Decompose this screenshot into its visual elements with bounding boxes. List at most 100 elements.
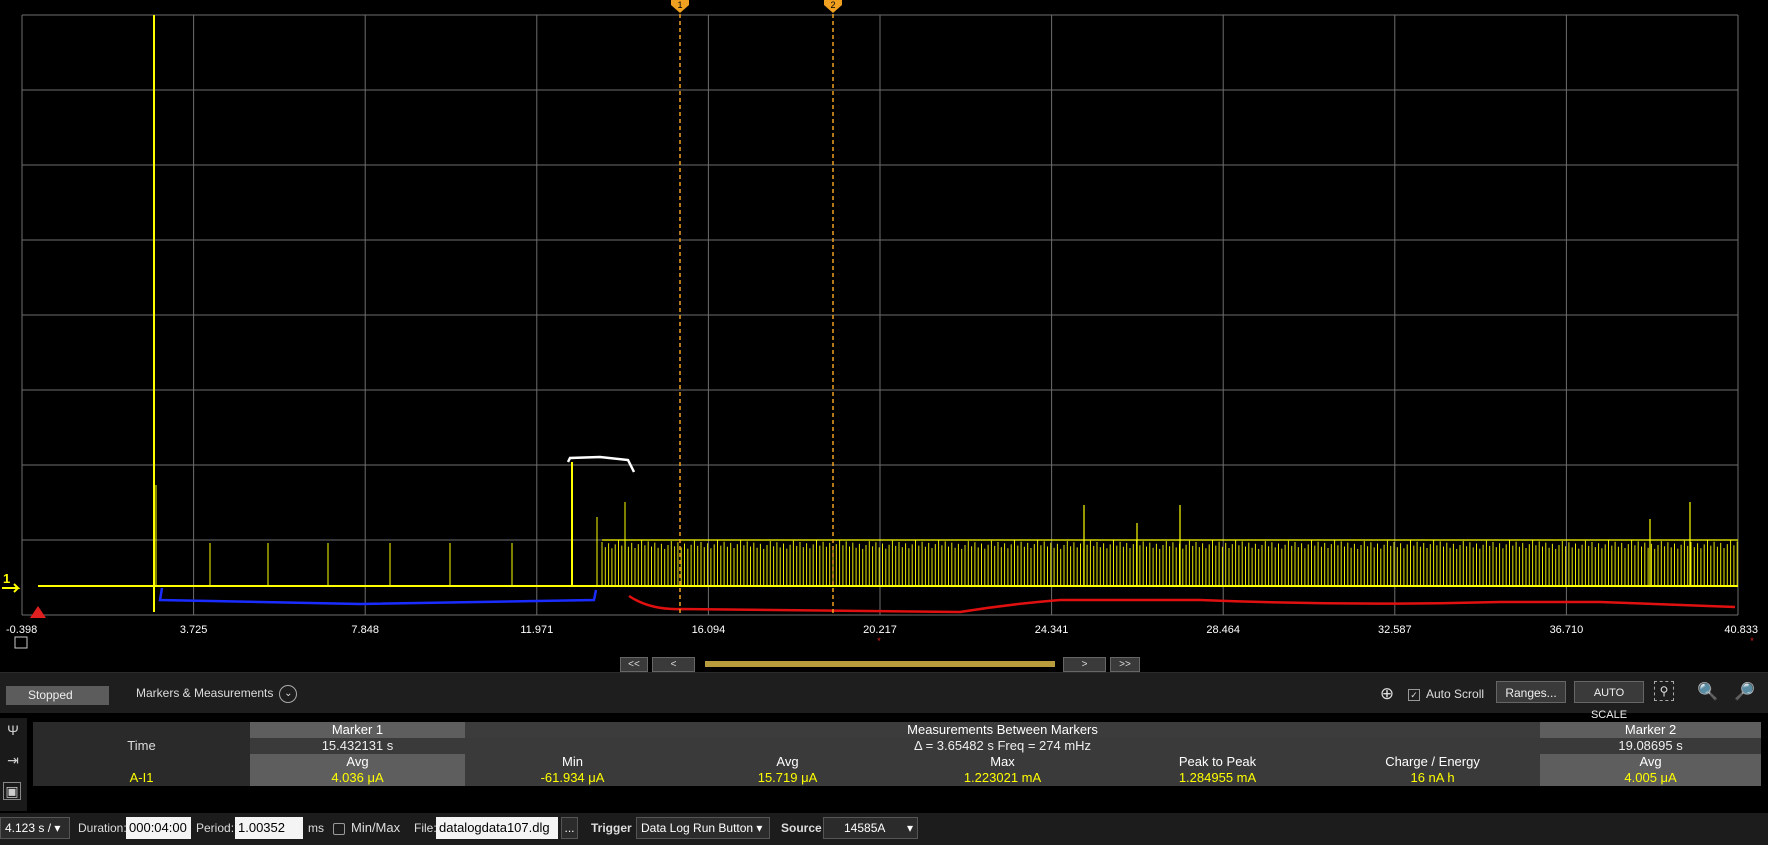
subheader-corner <box>33 754 250 770</box>
chevron-down-icon: ⌄ <box>279 684 298 703</box>
home-box-icon <box>14 636 28 649</box>
x-tick-label: 40.833 <box>1724 624 1758 636</box>
red-annotation <box>628 594 1736 614</box>
subheader-row: Avg Min Avg Max Peak to Peak Charge / En… <box>33 754 1762 770</box>
trace-dense-spikes <box>601 540 1738 586</box>
min-value: -61.934 μA <box>465 770 680 786</box>
crosshair-icon[interactable]: ⊕ <box>1376 683 1398 705</box>
marker2-time: 19.08695 s <box>1540 738 1762 754</box>
checkbox-checked-icon: ✓ <box>1408 688 1420 701</box>
trigger-triangle-icon <box>30 606 46 618</box>
traces <box>38 15 1738 614</box>
channel-row: A-I1 4.036 μA -61.934 μA 15.719 μA 1.223… <box>33 770 1762 786</box>
plot-grid <box>21 14 1739 616</box>
checkbox-icon <box>333 822 345 835</box>
x-axis-ticks: -0.398 3.725 7.848 11.971 16.094 20.217 24.341… <box>6 624 1758 649</box>
x-tick-label: 11.971 <box>520 624 553 636</box>
p2p-value: 1.284955 mA <box>1110 770 1325 786</box>
probe-icon[interactable]: Ψ <box>3 720 23 740</box>
m2-avg-header: Avg <box>1540 754 1762 770</box>
x-tick-label: 20.217 <box>863 624 897 636</box>
measurements-table: Marker 1 Measurements Between Markers Ma… <box>33 722 1762 786</box>
auto-scroll-checkbox[interactable]: ✓ Auto Scroll <box>1408 684 1484 704</box>
trigger-select[interactable]: Data Log Run Button ▾ <box>636 817 770 839</box>
table-header-row: Marker 1 Measurements Between Markers Ma… <box>33 722 1762 738</box>
source-value: 14585A <box>844 821 886 835</box>
timebase-select[interactable]: 4.123 s / ▾ <box>0 817 70 839</box>
trigger-value: Data Log Run Button <box>641 821 754 835</box>
marker-2-label: 2 <box>830 0 835 10</box>
channel-label: 1 <box>3 571 10 586</box>
between-time: Δ = 3.65482 s Freq = 274 mHz <box>465 738 1541 754</box>
cursor-arrow-icon[interactable]: ⇥ <box>3 750 23 770</box>
scroll-thumb[interactable] <box>705 661 1055 667</box>
scroll-first-button[interactable]: << <box>620 657 648 672</box>
status-badge: Stopped <box>6 686 109 705</box>
time-row: Time 15.432131 s Δ = 3.65482 s Freq = 27… <box>33 738 1762 754</box>
minmax-checkbox[interactable]: Min/Max <box>333 817 400 839</box>
minmax-label: Min/Max <box>351 820 401 835</box>
ranges-button[interactable]: Ranges... <box>1496 681 1566 703</box>
x-tick-label: -0.398 <box>6 624 37 636</box>
auto-scale-button[interactable]: AUTO SCALE <box>1574 681 1644 721</box>
zoom-box-icon[interactable]: ⚲ <box>1654 681 1674 701</box>
file-field[interactable]: datalogdata107.dlg <box>436 817 558 839</box>
avg-value: 15.719 μA <box>680 770 895 786</box>
m1-avg-value: 4.036 μA <box>250 770 465 786</box>
marker1-time: 15.432131 s <box>250 738 465 754</box>
layout-icon[interactable]: ▣ <box>3 782 21 800</box>
red-star-icon: * <box>1750 636 1754 646</box>
red-star-icon: * <box>877 636 881 646</box>
max-value: 1.223021 mA <box>895 770 1110 786</box>
p2p-header: Peak to Peak <box>1110 754 1325 770</box>
x-tick-label: 32.587 <box>1378 624 1412 636</box>
blue-annotation <box>158 587 598 606</box>
timebase-value: 4.123 s / <box>5 821 52 835</box>
scroll-prev-button[interactable]: < <box>652 657 695 672</box>
charge-header: Charge / Energy <box>1325 754 1541 770</box>
file-browse-button[interactable]: ... <box>561 817 578 839</box>
period-unit: ms <box>308 821 324 835</box>
waveform-svg: 1 2 1 -0.398 3.725 7.848 11.971 16.094 20.217 24… <box>2 0 1758 649</box>
m2-avg-value: 4.005 μA <box>1540 770 1762 786</box>
auto-scroll-label: Auto Scroll <box>1426 687 1485 701</box>
source-select[interactable]: 14585A ▾ <box>823 817 918 839</box>
markers-measurements-label: Markers & Measurements <box>136 686 274 700</box>
between-markers-header: Measurements Between Markers <box>465 722 1541 738</box>
left-tool-strip: Ψ ⇥ ▣ <box>0 718 27 811</box>
markers-measurements-toggle[interactable]: Markers & Measurements ⌄ <box>136 683 298 703</box>
marker-1-label: 1 <box>677 0 682 10</box>
x-tick-label: 16.094 <box>692 624 726 636</box>
period-label: Period: <box>196 821 235 835</box>
marker1-header: Marker 1 <box>250 722 465 738</box>
trigger-label: Trigger <box>591 821 632 835</box>
m1-avg-header: Avg <box>250 754 465 770</box>
duration-label: Duration: <box>78 821 127 835</box>
source-label: Source <box>781 821 822 835</box>
zoom-in-icon[interactable]: 🔍 <box>1697 681 1719 703</box>
x-tick-label: 36.710 <box>1550 624 1584 636</box>
chevron-down-icon: ▾ <box>756 821 763 835</box>
scroll-next-button[interactable]: > <box>1063 657 1106 672</box>
time-label: Time <box>33 738 250 754</box>
channel-label: A-I1 <box>33 770 250 786</box>
waveform-plot[interactable]: 1 2 1 -0.398 3.725 7.848 11.971 16.094 20.217 24… <box>0 0 1768 685</box>
scroll-last-button[interactable]: >> <box>1110 657 1140 672</box>
time-markers[interactable]: 1 2 1 <box>2 0 842 618</box>
file-label: File: <box>414 821 437 835</box>
x-tick-label: 3.725 <box>180 624 208 636</box>
x-tick-label: 7.848 <box>351 624 379 636</box>
period-field[interactable]: 1.00352 <box>235 817 303 839</box>
avg-header: Avg <box>680 754 895 770</box>
marker2-header: Marker 2 <box>1540 722 1762 738</box>
corner-cell <box>33 722 250 738</box>
zoom-out-icon[interactable]: 🔎 <box>1734 681 1756 703</box>
chevron-down-icon: ▾ <box>906 821 913 835</box>
duration-field[interactable]: 000:04:00 <box>126 817 191 839</box>
charge-value: 16 nA h <box>1325 770 1541 786</box>
x-tick-label: 24.341 <box>1035 624 1069 636</box>
x-tick-label: 28.464 <box>1206 624 1240 636</box>
max-header: Max <box>895 754 1110 770</box>
chevron-down-icon: ▾ <box>54 821 61 835</box>
min-header: Min <box>465 754 680 770</box>
